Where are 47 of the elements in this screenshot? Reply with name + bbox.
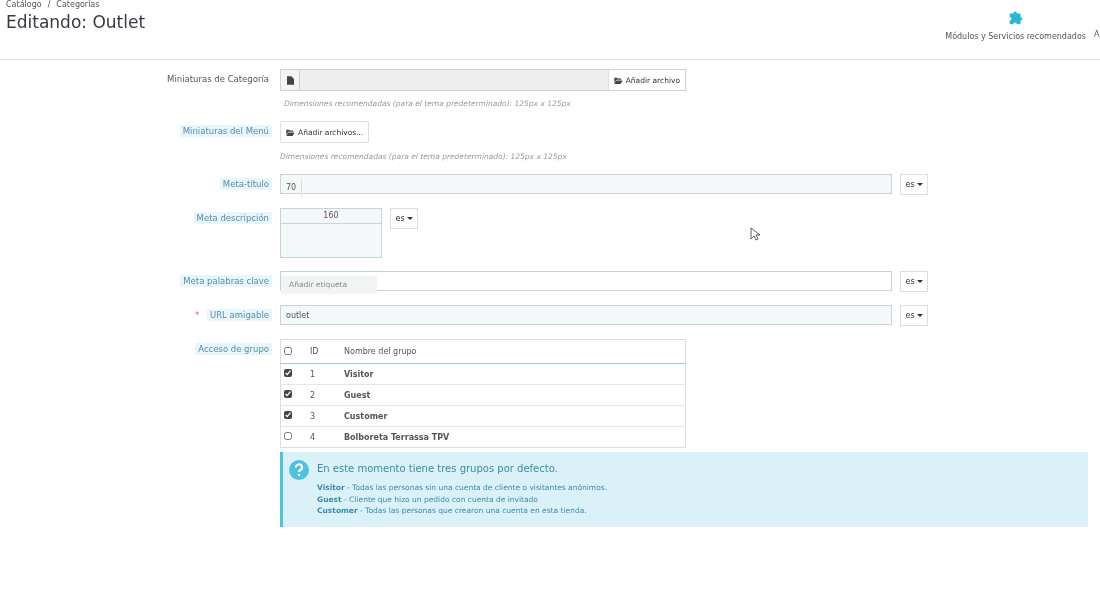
language-dropdown[interactable]: es — [390, 208, 418, 229]
group-checkbox[interactable] — [284, 432, 292, 440]
meta-title-field[interactable]: 70 — [280, 174, 892, 194]
caret-icon — [406, 217, 413, 220]
column-header: ID — [309, 339, 343, 364]
table-cell: 4 — [309, 426, 343, 448]
breadcrumb-separator: / — [47, 0, 51, 10]
folder-icon — [286, 128, 295, 136]
language-dropdown[interactable]: es — [900, 271, 928, 292]
caret-icon — [916, 280, 923, 283]
folder-icon — [613, 76, 623, 84]
toolbar-button[interactable]: A — [1094, 8, 1100, 59]
mouse-pointer-icon — [750, 227, 760, 241]
table-cell: 3 — [309, 405, 343, 427]
group-checkbox[interactable] — [284, 411, 292, 419]
group-checkbox[interactable] — [284, 390, 292, 398]
help-icon — [289, 460, 309, 480]
field-label: Meta palabras clave — [180, 275, 272, 287]
table-cell: 2 — [309, 384, 343, 406]
toolbar-button[interactable]: Módulos y Servicios recomendados — [945, 8, 1086, 59]
required-mark: * — [195, 310, 200, 320]
breadcrumb-link[interactable]: Catálogo — [6, 0, 42, 10]
field-label: Miniaturas de Categoría — [166, 73, 270, 85]
field-label: URL amigable — [207, 309, 272, 321]
table-cell: 1 — [309, 363, 343, 385]
page-title: Editando: Outlet — [6, 12, 146, 32]
alert-title: En este momento tiene tres grupos por defecto. — [317, 463, 559, 474]
table-cell: Visitor — [343, 363, 686, 385]
group-checkbox[interactable] — [284, 369, 292, 377]
field-label: Miniaturas del Menú — [179, 125, 272, 137]
character-counter: 70 — [281, 179, 303, 197]
table-cell: Customer — [343, 405, 686, 427]
url-field[interactable]: outlet — [280, 305, 892, 325]
field-label: Meta descripción — [193, 212, 272, 224]
table-cell: Guest — [343, 384, 686, 406]
column-header: Nombre del grupo — [343, 339, 686, 364]
character-counter: 160 — [280, 208, 382, 224]
language-dropdown[interactable]: es — [900, 174, 928, 195]
file-icon — [286, 75, 294, 85]
breadcrumb-link[interactable]: Categorías — [56, 0, 100, 10]
field-label: Meta-título — [219, 178, 272, 190]
language-dropdown[interactable]: es — [900, 305, 928, 326]
field-label: Acceso de grupo — [195, 343, 272, 355]
caret-icon — [916, 183, 923, 186]
table-cell: Bolboreta Terrassa TPV — [343, 426, 686, 448]
caret-icon — [916, 314, 923, 317]
select-all-checkbox[interactable] — [284, 346, 292, 355]
